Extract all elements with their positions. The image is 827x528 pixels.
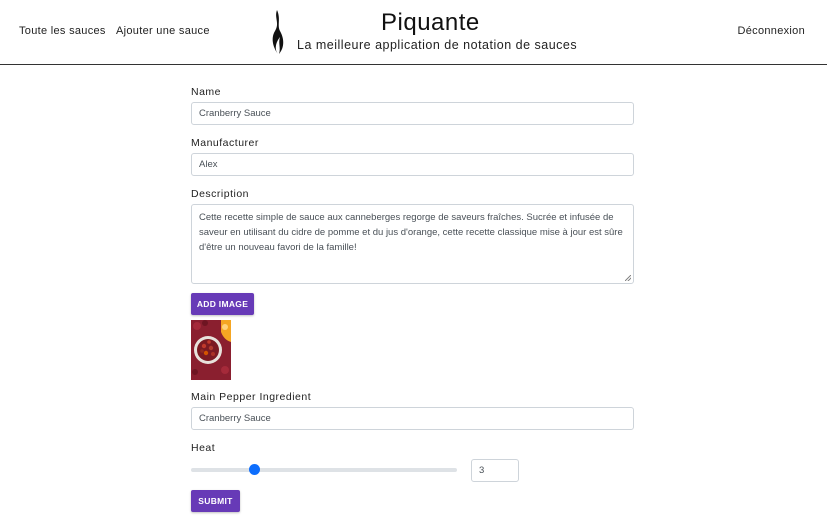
description-textarea[interactable]: Cette recette simple de sauce aux canneb… <box>191 204 634 284</box>
resize-grip-icon[interactable] <box>625 275 631 281</box>
manufacturer-label: Manufacturer <box>191 137 259 149</box>
main-pepper-label: Main Pepper Ingredient <box>191 391 312 403</box>
manufacturer-input[interactable]: Alex <box>191 153 634 176</box>
brand-subtitle: La meilleure application de notation de … <box>297 38 578 52</box>
heat-label: Heat <box>191 442 216 454</box>
submit-button[interactable]: SUBMIT <box>191 490 240 512</box>
add-image-button[interactable]: ADD IMAGE <box>191 293 254 315</box>
brand-title: Piquante <box>381 9 480 36</box>
top-navbar: Toute les sauces Ajouter une sauce Piqua… <box>0 0 827 65</box>
name-label: Name <box>191 86 222 98</box>
nav-all-sauces-link[interactable]: Toute les sauces <box>19 25 106 37</box>
heat-slider-thumb[interactable] <box>248 464 260 475</box>
heat-slider-track[interactable] <box>191 468 457 472</box>
main-pepper-input[interactable]: Cranberry Sauce <box>191 407 634 430</box>
logout-link[interactable]: Déconnexion <box>737 25 805 37</box>
description-text: Cette recette simple de sauce aux canneb… <box>199 212 623 253</box>
sauce-image-thumbnail <box>191 320 231 380</box>
flame-icon <box>272 10 284 54</box>
description-label: Description <box>191 188 250 200</box>
name-input[interactable]: Cranberry Sauce <box>191 102 634 125</box>
nav-add-sauce-link[interactable]: Ajouter une sauce <box>116 25 210 37</box>
heat-number-input[interactable]: 3 <box>471 459 519 482</box>
